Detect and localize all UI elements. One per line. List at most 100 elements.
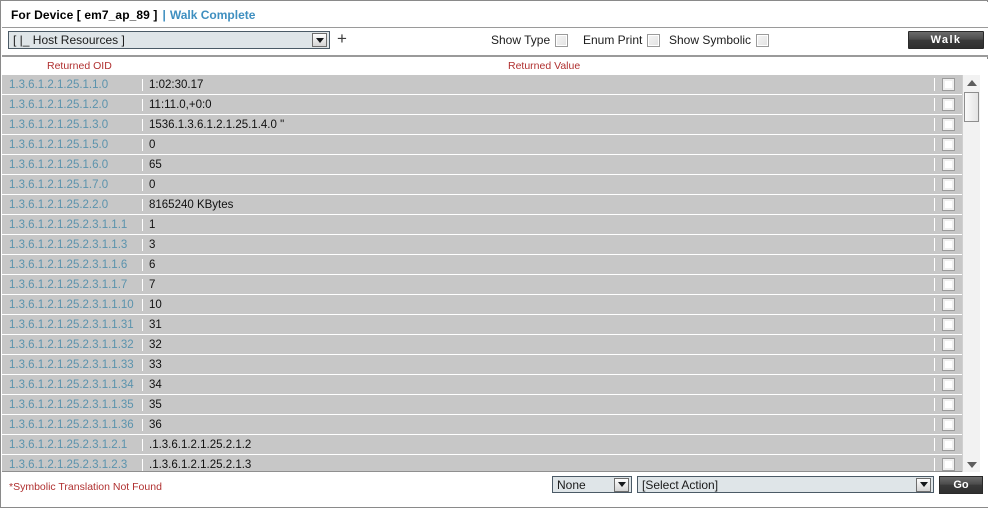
row-select-checkbox[interactable] (942, 218, 955, 231)
show-type-label: Show Type (491, 33, 550, 47)
cell-returned-oid[interactable]: 1.3.6.1.2.1.25.2.3.1.2.1 (2, 439, 142, 451)
cell-returned-oid[interactable]: 1.3.6.1.2.1.25.2.2.0 (2, 199, 142, 211)
cell-select (934, 298, 962, 311)
row-select-checkbox[interactable] (942, 458, 955, 471)
show-symbolic-label: Show Symbolic (669, 33, 751, 47)
cell-returned-value: 10 (142, 299, 934, 311)
bulk-select-dropdown[interactable]: None (552, 476, 632, 493)
table-row: 1.3.6.1.2.1.25.2.3.1.1.3333 (2, 355, 962, 375)
cell-returned-oid[interactable]: 1.3.6.1.2.1.25.2.3.1.2.3 (2, 459, 142, 471)
cell-returned-value: 31 (142, 319, 934, 331)
vertical-scrollbar[interactable] (962, 75, 980, 472)
cell-select (934, 198, 962, 211)
cell-returned-value: 1:02:30.17 (142, 79, 934, 91)
cell-returned-oid[interactable]: 1.3.6.1.2.1.25.2.3.1.1.31 (2, 319, 142, 331)
row-select-checkbox[interactable] (942, 418, 955, 431)
walk-button[interactable]: Walk (908, 31, 984, 49)
snmp-walk-window: For Device [ em7_ap_89 ] | Walk Complete… (0, 0, 988, 508)
results-table: 1.3.6.1.2.1.25.1.1.01:02:30.171.3.6.1.2.… (2, 75, 988, 472)
chevron-down-icon[interactable] (614, 478, 629, 492)
row-select-checkbox[interactable] (942, 438, 955, 451)
row-select-checkbox[interactable] (942, 78, 955, 91)
cell-returned-oid[interactable]: 1.3.6.1.2.1.25.1.3.0 (2, 119, 142, 131)
cell-returned-value: 6 (142, 259, 934, 271)
cell-returned-value: 0 (142, 139, 934, 151)
cell-returned-oid[interactable]: 1.3.6.1.2.1.25.2.3.1.1.7 (2, 279, 142, 291)
go-button[interactable]: Go (939, 476, 983, 494)
cell-returned-value: 0 (142, 179, 934, 191)
show-symbolic-checkbox[interactable] (756, 34, 769, 47)
row-select-checkbox[interactable] (942, 378, 955, 391)
cell-returned-oid[interactable]: 1.3.6.1.2.1.25.2.3.1.1.34 (2, 379, 142, 391)
table-row: 1.3.6.1.2.1.25.2.3.1.1.3434 (2, 375, 962, 395)
row-select-checkbox[interactable] (942, 278, 955, 291)
cell-returned-oid[interactable]: 1.3.6.1.2.1.25.2.3.1.1.33 (2, 359, 142, 371)
page-title: For Device [ em7_ap_89 ] (11, 8, 157, 22)
enum-print-label: Enum Print (583, 33, 642, 47)
grid-right-edge (980, 75, 988, 472)
chevron-down-icon[interactable] (312, 33, 327, 47)
row-select-checkbox[interactable] (942, 358, 955, 371)
cell-returned-oid[interactable]: 1.3.6.1.2.1.25.2.3.1.1.6 (2, 259, 142, 271)
cell-returned-oid[interactable]: 1.3.6.1.2.1.25.1.1.0 (2, 79, 142, 91)
table-row: 1.3.6.1.2.1.25.1.6.065 (2, 155, 962, 175)
cell-select (934, 398, 962, 411)
chevron-down-icon[interactable] (916, 478, 931, 492)
cell-returned-oid[interactable]: 1.3.6.1.2.1.25.2.3.1.1.3 (2, 239, 142, 251)
row-select-checkbox[interactable] (942, 178, 955, 191)
cell-returned-oid[interactable]: 1.3.6.1.2.1.25.2.3.1.1.35 (2, 399, 142, 411)
table-row: 1.3.6.1.2.1.25.1.7.00 (2, 175, 962, 195)
cell-select (934, 138, 962, 151)
cell-returned-value: .1.3.6.1.2.1.25.2.1.3 (142, 459, 934, 471)
cell-returned-oid[interactable]: 1.3.6.1.2.1.25.1.2.0 (2, 99, 142, 111)
row-select-checkbox[interactable] (942, 298, 955, 311)
cell-select (934, 178, 962, 191)
row-select-checkbox[interactable] (942, 98, 955, 111)
cell-returned-value: .1.3.6.1.2.1.25.2.1.2 (142, 439, 934, 451)
cell-returned-oid[interactable]: 1.3.6.1.2.1.25.2.3.1.1.36 (2, 419, 142, 431)
title-separator: | (162, 8, 165, 22)
row-select-checkbox[interactable] (942, 238, 955, 251)
symbolic-translation-note: *Symbolic Translation Not Found (9, 481, 162, 493)
enum-print-checkbox[interactable] (647, 34, 660, 47)
cell-returned-value: 35 (142, 399, 934, 411)
show-symbolic-group: Show Symbolic (669, 33, 769, 47)
cell-select (934, 278, 962, 291)
scroll-up-icon[interactable] (963, 75, 980, 90)
row-select-checkbox[interactable] (942, 118, 955, 131)
cell-returned-oid[interactable]: 1.3.6.1.2.1.25.2.3.1.1.10 (2, 299, 142, 311)
action-select-dropdown[interactable]: [Select Action] (637, 476, 934, 493)
cell-select (934, 218, 962, 231)
cell-returned-oid[interactable]: 1.3.6.1.2.1.25.2.3.1.1.32 (2, 339, 142, 351)
scrollbar-thumb[interactable] (964, 92, 979, 122)
cell-select (934, 98, 962, 111)
status-badge: Walk Complete (170, 8, 256, 22)
row-select-checkbox[interactable] (942, 398, 955, 411)
bulk-select-value: None (553, 478, 614, 492)
cell-returned-oid[interactable]: 1.3.6.1.2.1.25.1.6.0 (2, 159, 142, 171)
cell-select (934, 318, 962, 331)
row-select-checkbox[interactable] (942, 258, 955, 271)
row-select-checkbox[interactable] (942, 158, 955, 171)
cell-returned-value: 11:11.0,+0:0 (142, 99, 934, 111)
cell-select (934, 378, 962, 391)
table-row: 1.3.6.1.2.1.25.2.3.1.1.1010 (2, 295, 962, 315)
table-row: 1.3.6.1.2.1.25.2.3.1.1.3535 (2, 395, 962, 415)
cell-select (934, 338, 962, 351)
add-mib-button[interactable]: + (334, 31, 350, 48)
table-row: 1.3.6.1.2.1.25.1.1.01:02:30.17 (2, 75, 962, 95)
show-type-checkbox[interactable] (555, 34, 568, 47)
row-select-checkbox[interactable] (942, 198, 955, 211)
row-select-checkbox[interactable] (942, 338, 955, 351)
cell-select (934, 118, 962, 131)
column-header-returned-oid: Returned OID (47, 60, 112, 72)
row-select-checkbox[interactable] (942, 138, 955, 151)
scroll-down-icon[interactable] (963, 457, 980, 472)
cell-returned-oid[interactable]: 1.3.6.1.2.1.25.2.3.1.1.1 (2, 219, 142, 231)
mib-select-value: [ |_ Host Resources ] (9, 33, 312, 47)
row-select-checkbox[interactable] (942, 318, 955, 331)
cell-returned-value: 34 (142, 379, 934, 391)
cell-returned-oid[interactable]: 1.3.6.1.2.1.25.1.5.0 (2, 139, 142, 151)
cell-returned-oid[interactable]: 1.3.6.1.2.1.25.1.7.0 (2, 179, 142, 191)
mib-select[interactable]: [ |_ Host Resources ] (8, 31, 330, 49)
